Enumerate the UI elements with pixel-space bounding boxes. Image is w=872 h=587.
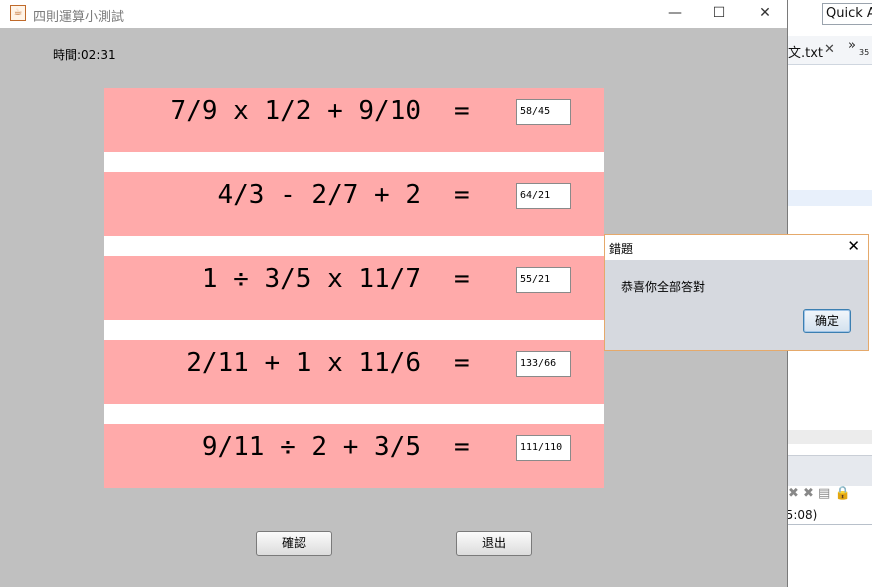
equals-sign: =	[454, 264, 470, 294]
answer-field[interactable]: 64/21	[516, 183, 571, 209]
timer-label: 時間:02:31	[53, 48, 116, 62]
question-expression: 9/11 ÷ 2 + 3/5	[201, 432, 421, 462]
dialog-ok-button[interactable]: 确定	[803, 309, 851, 333]
console-divider	[788, 524, 872, 525]
console-toolbar-icons[interactable]: ✖ ✖ ▤ 🔒	[788, 486, 851, 501]
equals-sign: =	[454, 348, 470, 378]
row-separator	[104, 152, 604, 172]
row-separator	[104, 320, 604, 340]
result-dialog: 錯題 ✕ 恭喜你全部答對 确定	[604, 234, 869, 351]
question-row: 4/3 - 2/7 + 2 = 64/21	[104, 172, 604, 236]
dialog-message: 恭喜你全部答對	[621, 280, 706, 294]
question-row: 1 ÷ 3/5 x 11/7 = 55/21	[104, 256, 604, 320]
equals-sign: =	[454, 96, 470, 126]
editor-selected-line	[788, 190, 872, 206]
quick-access-field[interactable]: Quick Ac	[822, 3, 872, 25]
more-tabs-count: 35	[859, 48, 870, 57]
question-expression: 2/11 + 1 x 11/6	[186, 348, 421, 378]
question-expression: 1 ÷ 3/5 x 11/7	[201, 264, 421, 294]
minimize-button[interactable]: —	[652, 2, 698, 26]
window-title: 四則運算小測試	[33, 10, 125, 25]
window-titlebar: ☕ 四則運算小測試 — ☐ ✕	[0, 0, 787, 28]
question-expression: 4/3 - 2/7 + 2	[217, 180, 422, 210]
dialog-close-icon[interactable]: ✕	[847, 237, 860, 255]
answer-field[interactable]: 111/110	[516, 435, 571, 461]
question-row: 9/11 ÷ 2 + 3/5 = 111/110	[104, 424, 604, 488]
editor-tab-file[interactable]: 文.txt	[788, 42, 823, 61]
question-expression: 7/9 x 1/2 + 9/10	[170, 96, 421, 126]
editor-tab-close-icon[interactable]: ✕	[824, 42, 835, 57]
editor-scroll-band	[788, 430, 872, 444]
answer-field[interactable]: 58/45	[516, 99, 571, 125]
maximize-button[interactable]: ☐	[696, 2, 742, 26]
equals-sign: =	[454, 180, 470, 210]
java-app-icon: ☕	[10, 5, 26, 21]
dialog-title: 錯題	[609, 242, 634, 256]
confirm-button[interactable]: 確認	[256, 531, 332, 556]
exit-button[interactable]: 退出	[456, 531, 532, 556]
question-row: 2/11 + 1 x 11/6 = 133/66	[104, 340, 604, 404]
row-separator	[104, 404, 604, 424]
question-row: 7/9 x 1/2 + 9/10 = 58/45	[104, 88, 604, 152]
row-separator	[104, 236, 604, 256]
dialog-titlebar: 錯題 ✕	[605, 235, 868, 260]
equals-sign: =	[454, 432, 470, 462]
more-tabs-chevron-icon[interactable]: »	[848, 38, 856, 53]
console-panel-header	[788, 455, 872, 486]
close-button[interactable]: ✕	[742, 2, 788, 26]
answer-field[interactable]: 133/66	[516, 351, 571, 377]
answer-field[interactable]: 55/21	[516, 267, 571, 293]
